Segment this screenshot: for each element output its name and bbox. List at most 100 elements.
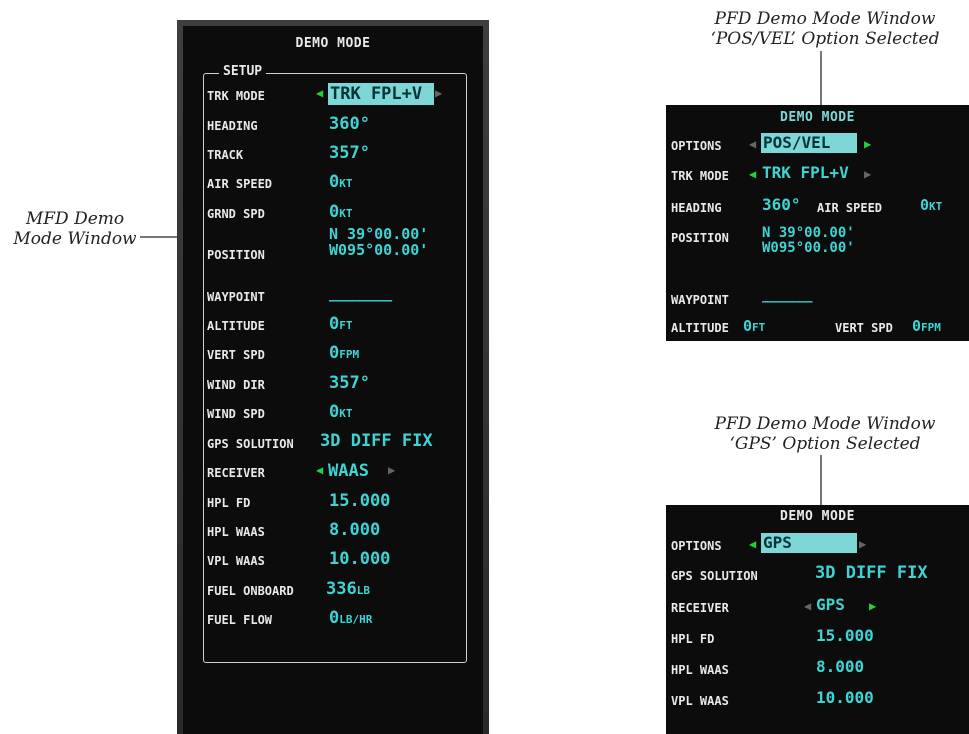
pfd-posvel-vert-spd-unit: FPM	[921, 321, 941, 334]
wind-dir-value: 357°	[329, 373, 370, 393]
pfd-posvel-heading-label: HEADING	[671, 201, 722, 215]
mfd-callout-line1: MFD Demo	[25, 209, 125, 229]
waypoint-value: _______	[329, 284, 393, 302]
pfd-gps-options-label: OPTIONS	[671, 539, 722, 553]
altitude-value: 0FT	[329, 314, 353, 334]
row-gps-solution-label: GPS SOLUTION	[207, 437, 294, 451]
pfd-gps-solution-value: 3D DIFF FIX	[815, 563, 928, 583]
row-receiver-label: RECEIVER	[207, 466, 265, 480]
air-speed-number: 0	[329, 172, 340, 192]
setup-label: SETUP	[219, 64, 267, 79]
row-vpl-waas-label: VPL WAAS	[207, 554, 265, 568]
row-position-label: POSITION	[207, 248, 265, 262]
pfd-posvel-waypoint-value: ______	[762, 287, 813, 303]
pfd-gps-hpl-waas-value: 8.000	[816, 657, 865, 676]
pfd-posvel-altitude-number: 0	[743, 317, 753, 335]
pfd-posvel-altitude-unit: FT	[752, 321, 766, 334]
hpl-fd-value: 15.000	[329, 491, 391, 511]
pfd-posvel-air-speed-label: AIR SPEED	[817, 201, 883, 215]
trk-mode-left-arrow-icon[interactable]: ◀	[316, 86, 323, 100]
row-heading-label: HEADING	[207, 119, 258, 133]
pfd-posvel-position-lat: N 39°00.00'	[762, 225, 855, 241]
position-lon: W095°00.00'	[329, 241, 429, 259]
pfd-gps-vpl-waas-label: VPL WAAS	[671, 694, 729, 708]
row-hpl-waas-label: HPL WAAS	[207, 525, 265, 539]
wind-spd-number: 0	[329, 402, 340, 422]
fuel-onboard-number: 336	[326, 579, 357, 599]
row-vert-spd-label: VERT SPD	[207, 348, 265, 362]
pfd-gps-title: DEMO MODE	[780, 509, 855, 524]
pfd-gps-options-right-arrow-icon[interactable]: ▶	[859, 537, 866, 551]
grnd-spd-value: 0KT	[329, 202, 353, 222]
pfd-gps-hpl-fd-label: HPL FD	[671, 632, 715, 646]
row-wind-dir-label: WIND DIR	[207, 378, 265, 392]
hpl-waas-value: 8.000	[329, 520, 381, 540]
pfd-posvel-altitude-label: ALTITUDE	[671, 321, 729, 335]
pfd-posvel-callout: PFD Demo Mode Window ‘POS/VEL’ Option Se…	[690, 9, 960, 49]
pfd-gps-options-left-arrow-icon[interactable]: ◀	[749, 537, 756, 551]
pfd-gps-callout-line1: PFD Demo Mode Window	[714, 414, 936, 434]
pfd-gps-callout-line2: ‘GPS’ Option Selected	[729, 434, 921, 454]
row-hpl-fd-label: HPL FD	[207, 496, 251, 510]
pfd-posvel-callout-line1: PFD Demo Mode Window	[714, 9, 936, 29]
pfd-posvel-title: DEMO MODE	[780, 110, 855, 125]
trk-mode-selector[interactable]: TRK FPL+V	[328, 83, 434, 105]
row-fuel-onboard-label: FUEL ONBOARD	[207, 584, 294, 598]
altitude-unit: FT	[339, 319, 353, 332]
pfd-gps-receiver-left-arrow-icon[interactable]: ◀	[804, 599, 811, 613]
gps-solution-value: 3D DIFF FIX	[320, 431, 433, 451]
pfd-gps-receiver-right-arrow-icon[interactable]: ▶	[869, 599, 876, 613]
air-speed-value: 0KT	[329, 172, 353, 192]
receiver-value[interactable]: WAAS	[328, 461, 369, 481]
fuel-onboard-value: 336LB	[326, 579, 370, 599]
wind-spd-value: 0KT	[329, 402, 353, 422]
pfd-posvel-callout-line2: ‘POS/VEL’ Option Selected	[710, 29, 940, 49]
pfd-posvel-vert-spd-label: VERT SPD	[835, 321, 893, 335]
pfd-posvel-air-speed-unit: KT	[929, 200, 943, 213]
pfd-posvel-air-speed-value: 0KT	[920, 196, 942, 214]
pfd-posvel-trk-mode-right-arrow-icon[interactable]: ▶	[864, 167, 871, 181]
trk-mode-right-arrow-icon[interactable]: ▶	[435, 86, 442, 100]
pfd-gps-options-selector[interactable]: GPS	[761, 533, 857, 553]
mfd-title: DEMO MODE	[295, 36, 371, 51]
fuel-flow-value: 0LB/HR	[329, 608, 372, 628]
row-grnd-spd-label: GRND SPD	[207, 207, 265, 221]
pfd-posvel-trk-mode-value[interactable]: TRK FPL+V	[762, 163, 849, 182]
pfd-posvel-options-label: OPTIONS	[671, 139, 722, 153]
pfd-posvel-vert-spd-value: 0FPM	[912, 317, 941, 335]
mfd-callout: MFD Demo Mode Window	[0, 209, 150, 249]
air-speed-unit: KT	[339, 177, 353, 190]
pfd-posvel-window: DEMO MODE OPTIONS ◀ POS/VEL ▶ TRK MODE ◀…	[666, 105, 969, 341]
pfd-posvel-trk-mode-label: TRK MODE	[671, 169, 729, 183]
pfd-gps-callout: PFD Demo Mode Window ‘GPS’ Option Select…	[690, 414, 960, 454]
grnd-spd-unit: KT	[339, 207, 353, 220]
pfd-posvel-trk-mode-left-arrow-icon[interactable]: ◀	[749, 167, 756, 181]
wind-spd-unit: KT	[339, 407, 353, 420]
pfd-gps-receiver-label: RECEIVER	[671, 601, 729, 615]
vpl-waas-value: 10.000	[329, 549, 391, 569]
pfd-posvel-options-left-arrow-icon[interactable]: ◀	[749, 137, 756, 151]
receiver-left-arrow-icon[interactable]: ◀	[316, 463, 323, 477]
mfd-screen: DEMO MODE SETUP TRK MODE ◀ TRK FPL+V ▶ H…	[183, 26, 483, 734]
pfd-gps-receiver-value[interactable]: GPS	[816, 595, 845, 614]
pfd-posvel-heading-value: 360°	[762, 195, 801, 214]
vert-spd-value: 0FPM	[329, 343, 359, 363]
row-altitude-label: ALTITUDE	[207, 319, 265, 333]
pfd-gps-window: DEMO MODE OPTIONS ◀ GPS ▶ GPS SOLUTION 3…	[666, 505, 969, 734]
receiver-right-arrow-icon[interactable]: ▶	[388, 463, 395, 477]
pfd-gps-hpl-fd-value: 15.000	[816, 626, 874, 645]
pfd-posvel-waypoint-label: WAYPOINT	[671, 293, 729, 307]
pfd-posvel-altitude-value: 0FT	[743, 317, 765, 335]
track-value: 357°	[329, 143, 370, 163]
pfd-gps-hpl-waas-label: HPL WAAS	[671, 663, 729, 677]
altitude-number: 0	[329, 314, 340, 334]
fuel-flow-unit: LB/HR	[339, 613, 373, 626]
pfd-posvel-options-selector[interactable]: POS/VEL	[761, 133, 857, 153]
row-track-label: TRACK	[207, 148, 244, 162]
vert-spd-number: 0	[329, 343, 340, 363]
pfd-gps-solution-label: GPS SOLUTION	[671, 569, 758, 583]
row-air-speed-label: AIR SPEED	[207, 177, 273, 191]
row-waypoint-label: WAYPOINT	[207, 290, 265, 304]
pfd-posvel-options-right-arrow-icon[interactable]: ▶	[864, 137, 871, 151]
pfd-posvel-position-lon: W095°00.00'	[762, 240, 855, 256]
